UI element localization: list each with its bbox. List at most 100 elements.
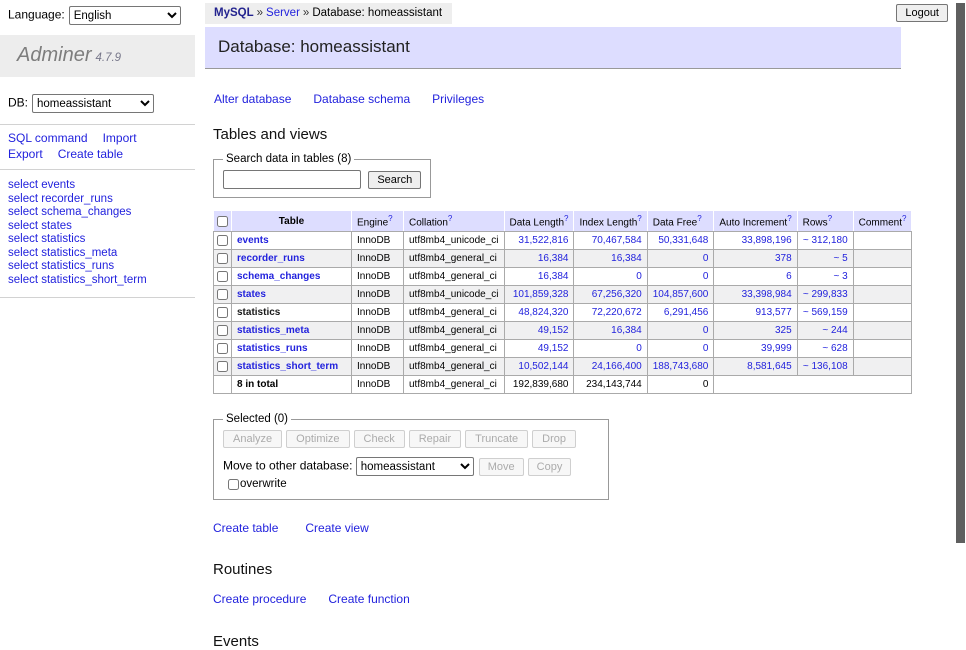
column-help-link[interactable]: ?: [388, 214, 392, 223]
sidebar-menu-link[interactable]: Export: [8, 147, 43, 161]
overwrite-checkbox[interactable]: [228, 479, 239, 490]
column-help-link[interactable]: ?: [448, 214, 452, 223]
table-name-link[interactable]: schema_changes: [237, 271, 320, 282]
search-button[interactable]: Search: [368, 171, 421, 189]
data-length-link[interactable]: 31,522,816: [518, 235, 568, 246]
rows-link[interactable]: ~ 3: [833, 271, 847, 282]
sidebar-table-link[interactable]: select statistics_meta: [8, 247, 195, 259]
copy-button[interactable]: Copy: [528, 458, 572, 476]
column-help-link[interactable]: ?: [902, 214, 906, 223]
auto-increment-link[interactable]: 8,581,645: [747, 361, 792, 372]
row-checkbox[interactable]: [217, 361, 228, 372]
scrollbar-track[interactable]: [955, 0, 966, 543]
rows-link[interactable]: ~ 312,180: [803, 235, 848, 246]
check-button[interactable]: Check: [354, 430, 405, 448]
create-table-link[interactable]: Create table: [213, 521, 278, 535]
index-length-link[interactable]: 67,256,320: [592, 289, 642, 300]
db-select[interactable]: homeassistant: [32, 94, 154, 113]
action-link[interactable]: Privileges: [432, 92, 484, 106]
column-help-link[interactable]: ?: [637, 214, 641, 223]
table-name-link[interactable]: states: [237, 289, 266, 300]
create-view-link[interactable]: Create view: [305, 521, 368, 535]
index-length-link[interactable]: 0: [636, 343, 642, 354]
row-checkbox[interactable]: [217, 325, 228, 336]
language-select[interactable]: English: [69, 6, 181, 25]
data-free-link[interactable]: 50,331,648: [658, 235, 708, 246]
rows-link[interactable]: ~ 136,108: [803, 361, 848, 372]
sidebar-menu-link[interactable]: Create table: [58, 147, 123, 161]
data-free-link[interactable]: 0: [703, 271, 709, 282]
index-length-link[interactable]: 72,220,672: [592, 307, 642, 318]
data-length-link[interactable]: 101,859,328: [513, 289, 569, 300]
data-free-link[interactable]: 104,857,600: [653, 289, 709, 300]
table-name-link[interactable]: statistics_short_term: [237, 361, 338, 372]
row-checkbox[interactable]: [217, 235, 228, 246]
sidebar-table-link[interactable]: select statistics_runs: [8, 260, 195, 272]
data-length-link[interactable]: 10,502,144: [518, 361, 568, 372]
table-name-link[interactable]: events: [237, 235, 269, 246]
data-length-link[interactable]: 16,384: [538, 271, 569, 282]
table-name-link[interactable]: recorder_runs: [237, 253, 305, 264]
row-checkbox[interactable]: [217, 307, 228, 318]
sidebar-menu-link[interactable]: Import: [103, 131, 137, 145]
truncate-button[interactable]: Truncate: [465, 430, 528, 448]
create-procedure-link[interactable]: Create procedure: [213, 592, 306, 606]
action-link[interactable]: Alter database: [214, 92, 291, 106]
rows-link[interactable]: ~ 299,833: [803, 289, 848, 300]
action-link[interactable]: Database schema: [313, 92, 410, 106]
data-free-link[interactable]: 0: [703, 343, 709, 354]
column-help-link[interactable]: ?: [828, 214, 832, 223]
table-name-link[interactable]: statistics_meta: [237, 325, 309, 336]
data-free-link[interactable]: 0: [703, 325, 709, 336]
move-database-select[interactable]: homeassistant: [356, 457, 474, 476]
drop-button[interactable]: Drop: [532, 430, 576, 448]
data-length-link[interactable]: 49,152: [538, 325, 569, 336]
column-help-link[interactable]: ?: [697, 214, 701, 223]
auto-increment-link[interactable]: 33,398,984: [742, 289, 792, 300]
column-help-link[interactable]: ?: [787, 214, 791, 223]
row-checkbox[interactable]: [217, 253, 228, 264]
index-length-link[interactable]: 70,467,584: [592, 235, 642, 246]
data-length-link[interactable]: 48,824,320: [518, 307, 568, 318]
data-free-link[interactable]: 6,291,456: [664, 307, 709, 318]
index-length-link[interactable]: 16,384: [611, 325, 642, 336]
auto-increment-link[interactable]: 378: [775, 253, 792, 264]
create-function-link[interactable]: Create function: [328, 592, 409, 606]
sidebar-table-link[interactable]: select statistics: [8, 233, 195, 245]
sidebar-table-link[interactable]: select events: [8, 179, 195, 191]
rows-link[interactable]: ~ 244: [822, 325, 847, 336]
analyze-button[interactable]: Analyze: [223, 430, 282, 448]
data-free-link[interactable]: 188,743,680: [653, 361, 709, 372]
auto-increment-link[interactable]: 6: [786, 271, 792, 282]
index-length-link[interactable]: 0: [636, 271, 642, 282]
index-length-link[interactable]: 24,166,400: [592, 361, 642, 372]
data-free-link[interactable]: 0: [703, 253, 709, 264]
select-all-checkbox[interactable]: [217, 216, 228, 227]
sidebar-table-link[interactable]: select statistics_short_term: [8, 274, 195, 286]
optimize-button[interactable]: Optimize: [286, 430, 349, 448]
rows-link[interactable]: ~ 628: [822, 343, 847, 354]
search-input[interactable]: [223, 170, 361, 189]
rows-link[interactable]: ~ 569,159: [803, 307, 848, 318]
sidebar-table-link[interactable]: select schema_changes: [8, 206, 195, 218]
table-name-link[interactable]: statistics: [237, 307, 280, 318]
auto-increment-link[interactable]: 33,898,196: [742, 235, 792, 246]
auto-increment-link[interactable]: 325: [775, 325, 792, 336]
row-checkbox[interactable]: [217, 343, 228, 354]
scrollbar-thumb[interactable]: [956, 3, 965, 543]
auto-increment-link[interactable]: 913,577: [755, 307, 791, 318]
rows-link[interactable]: ~ 5: [833, 253, 847, 264]
row-checkbox[interactable]: [217, 271, 228, 282]
sidebar-table-link[interactable]: select states: [8, 220, 195, 232]
sidebar-menu-link[interactable]: SQL command: [8, 131, 88, 145]
index-length-link[interactable]: 16,384: [611, 253, 642, 264]
sidebar-table-link[interactable]: select recorder_runs: [8, 193, 195, 205]
data-length-link[interactable]: 16,384: [538, 253, 569, 264]
table-name-link[interactable]: statistics_runs: [237, 343, 308, 354]
overwrite-option[interactable]: overwrite: [227, 478, 287, 490]
auto-increment-link[interactable]: 39,999: [761, 343, 792, 354]
row-checkbox[interactable]: [217, 289, 228, 300]
move-button[interactable]: Move: [479, 458, 524, 476]
data-length-link[interactable]: 49,152: [538, 343, 569, 354]
column-help-link[interactable]: ?: [564, 214, 568, 223]
